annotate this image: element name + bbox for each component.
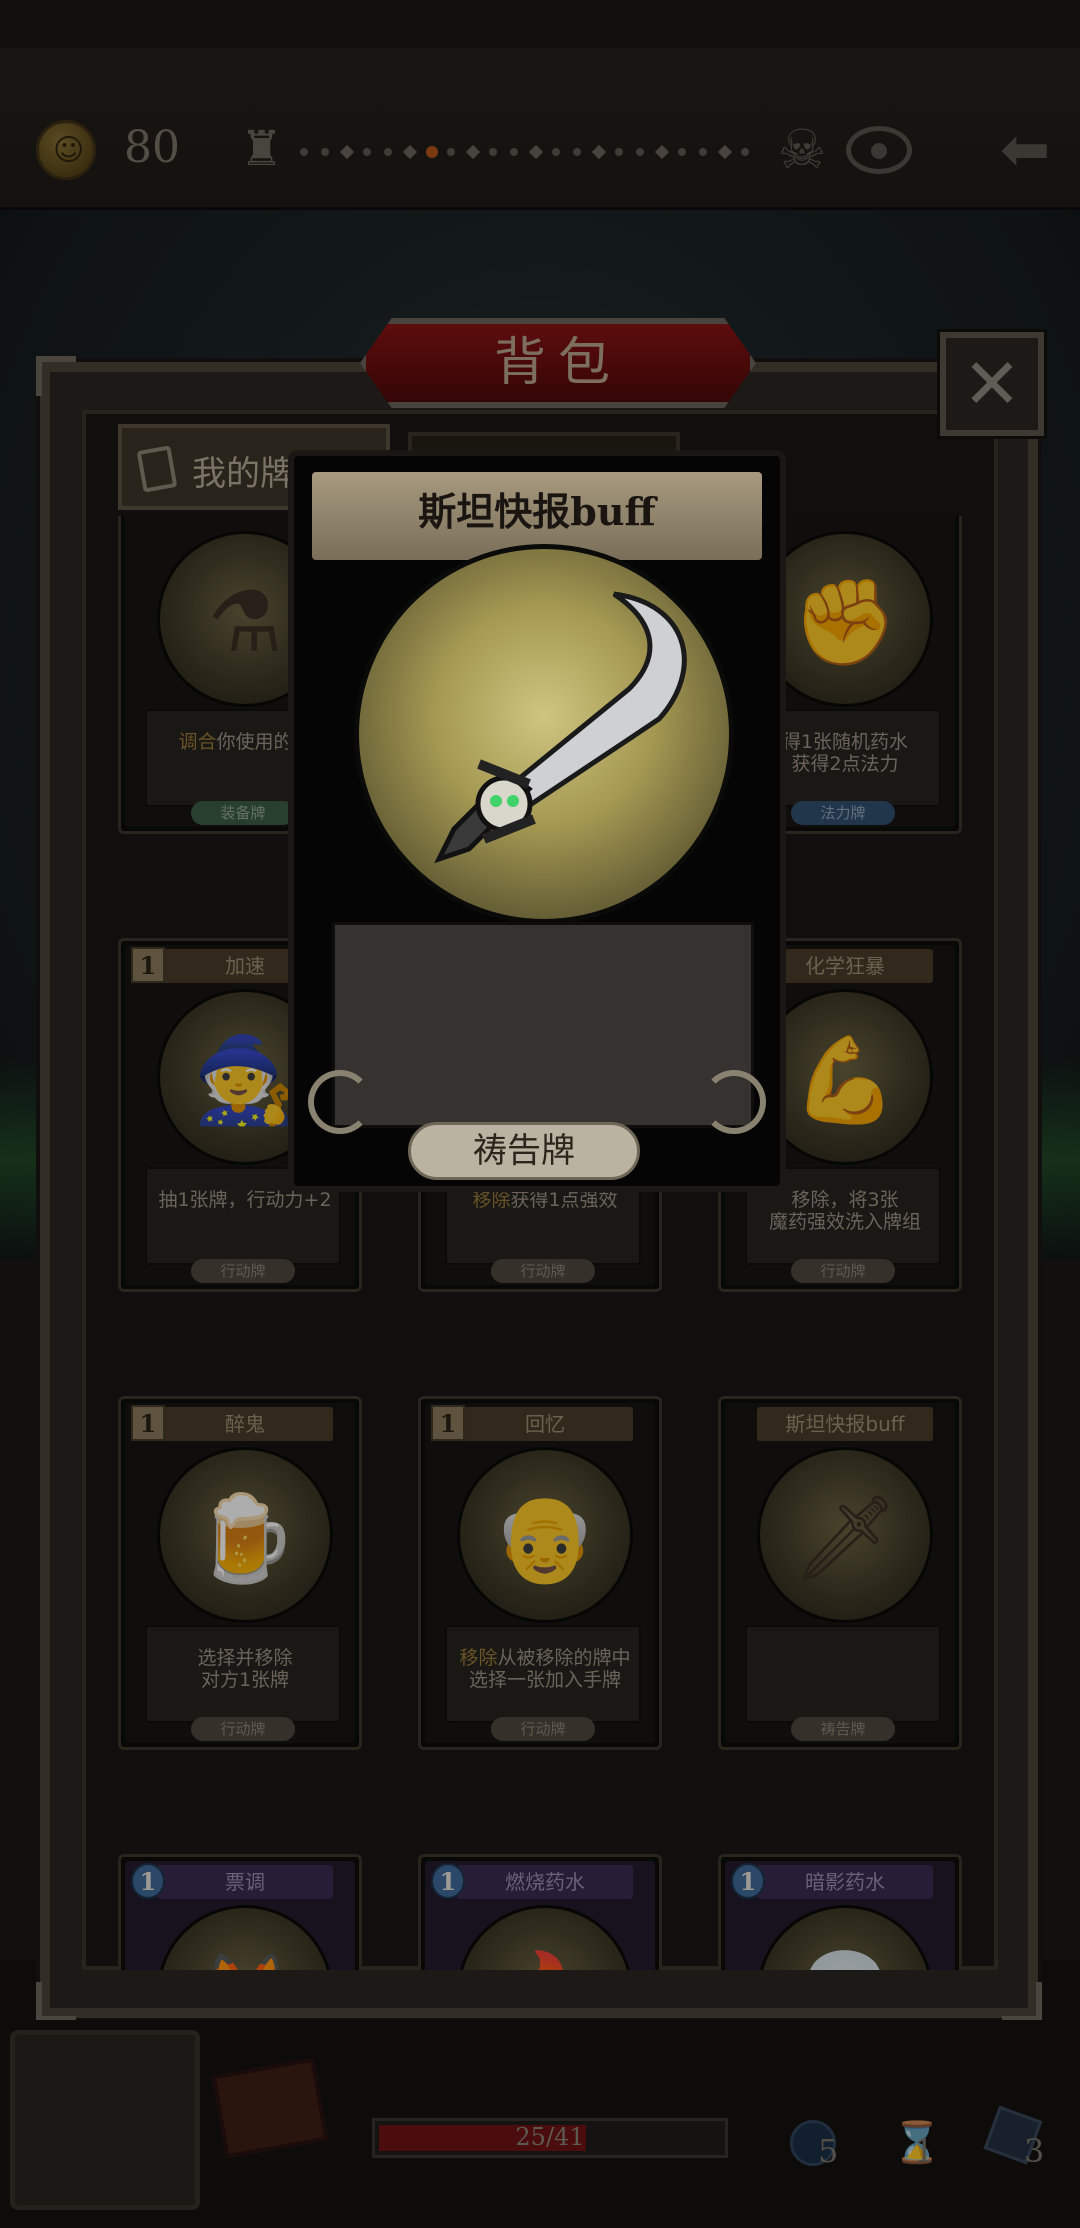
swirl-ornament [702,1070,766,1134]
swirl-ornament [308,1070,372,1134]
scimitar-skull-icon [434,591,687,864]
card-preview-type: 祷告牌 [408,1122,640,1180]
card-preview-desc-text [335,925,751,965]
card-preview-name: 斯坦快报buff [418,489,656,534]
card-preview-description [332,922,754,1128]
card-preview-art [354,544,734,924]
card-preview[interactable]: 斯坦快报buff 祷告牌 [288,450,786,1192]
